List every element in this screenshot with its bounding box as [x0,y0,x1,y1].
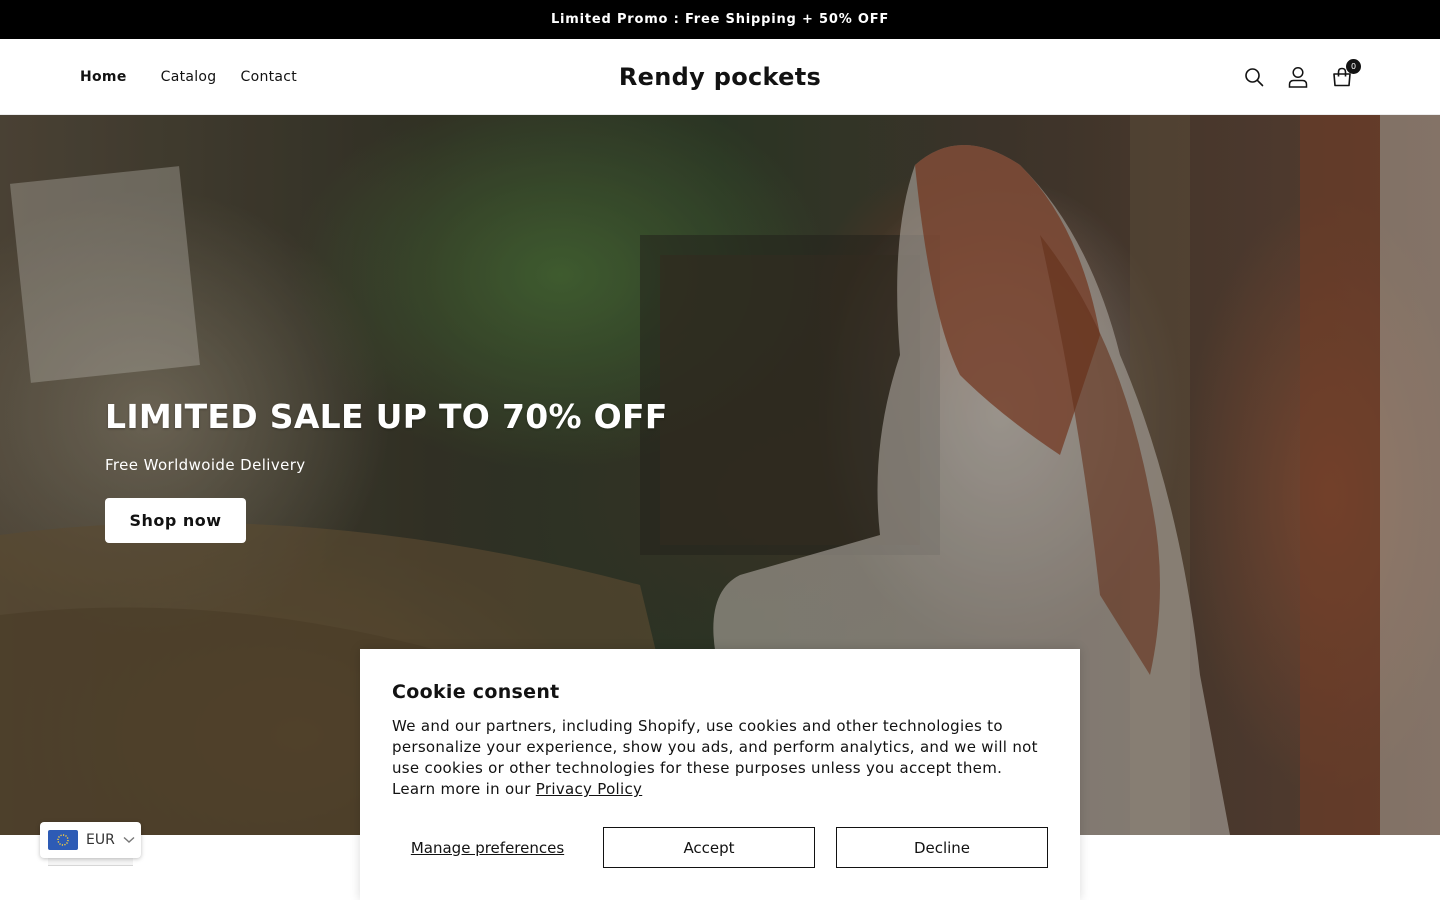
chevron-down-icon [123,836,135,843]
account-icon [1288,66,1308,88]
account-button[interactable] [1276,55,1320,99]
site-header: Home Catalog Contact Rendy pockets 0 [0,39,1440,115]
manage-preferences-link[interactable]: Manage preferences [392,839,583,857]
decline-button[interactable]: Decline [836,827,1048,868]
hero-content: LIMITED SALE UP TO 70% OFF Free Worldwoi… [105,397,668,543]
eu-stars-icon [57,834,69,846]
cookie-actions: Manage preferences Accept Decline [392,827,1048,868]
currency-shadow [48,858,133,866]
search-button[interactable] [1232,55,1276,99]
nav-home-link[interactable]: Home [80,69,127,85]
hero-title: LIMITED SALE UP TO 70% OFF [105,397,668,436]
cookie-body: We and our partners, including Shopify, … [392,716,1048,800]
eu-flag-icon [48,830,78,850]
currency-selector[interactable]: EUR [40,822,141,858]
nav-contact-link[interactable]: Contact [241,69,298,85]
cart-count-badge: 0 [1346,59,1361,74]
privacy-policy-link[interactable]: Privacy Policy [536,780,642,798]
currency-code: EUR [86,832,115,848]
cookie-consent-dialog: Cookie consent We and our partners, incl… [360,649,1080,900]
announcement-bar: Limited Promo : Free Shipping + 50% OFF [0,0,1440,39]
store-logo[interactable]: Rendy pockets [619,63,821,91]
nav-catalog-link[interactable]: Catalog [161,69,217,85]
search-icon [1245,68,1264,87]
shop-now-button[interactable]: Shop now [105,498,246,543]
hero-subtitle: Free Worldwoide Delivery [105,456,306,474]
cookie-body-text: We and our partners, including Shopify, … [392,717,1038,798]
main-nav: Home Catalog Contact [80,39,321,115]
header-icons: 0 [1232,39,1364,115]
cookie-title: Cookie consent [392,681,560,703]
announcement-text: Limited Promo : Free Shipping + 50% OFF [550,12,890,27]
accept-button[interactable]: Accept [603,827,815,868]
cart-button[interactable]: 0 [1320,55,1364,99]
